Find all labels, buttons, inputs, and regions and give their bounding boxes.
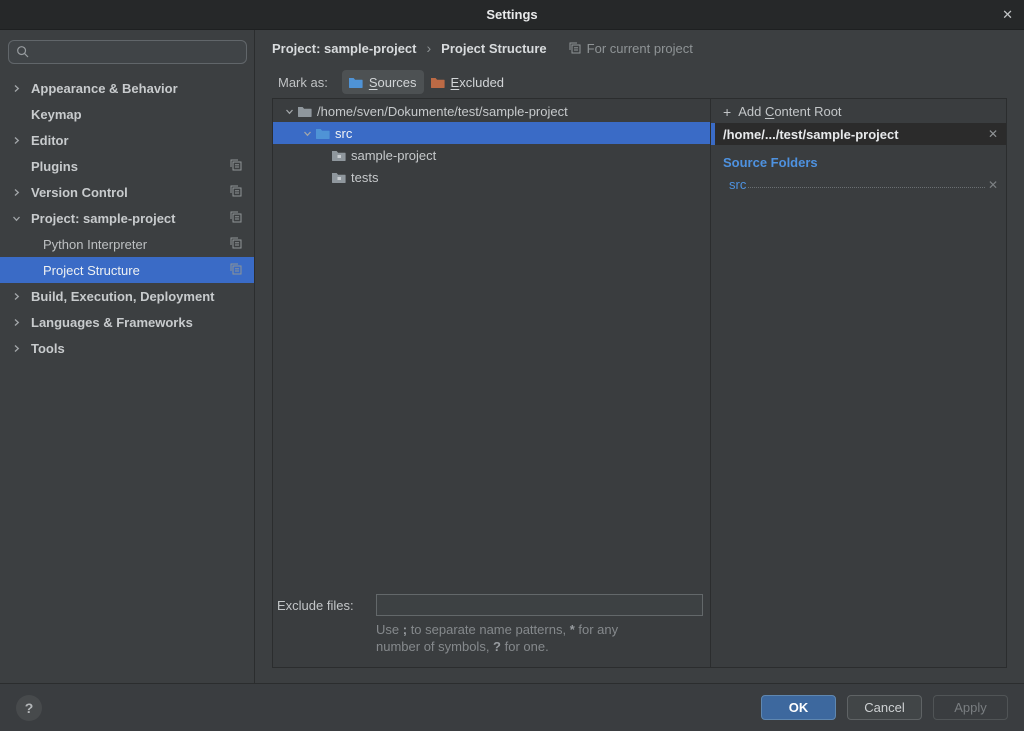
shared-settings-icon	[230, 263, 242, 278]
remove-content-root-icon[interactable]: ✕	[988, 127, 998, 141]
mark-as-excluded[interactable]: Excluded	[424, 70, 511, 94]
sidebar-item-project-sample-project[interactable]: Project: sample-project	[0, 205, 254, 231]
sidebar-item-editor[interactable]: Editor	[0, 127, 254, 153]
sidebar-item-build-execution-deployment[interactable]: Build, Execution, Deployment	[0, 283, 254, 309]
sidebar-item-python-interpreter[interactable]: Python Interpreter	[0, 231, 254, 257]
settings-dialog: Settings ✕ Appearance & Behavior Keymap Ed…	[0, 0, 1024, 731]
sidebar-item-appearance-behavior[interactable]: Appearance & Behavior	[0, 75, 254, 101]
breadcrumb-project[interactable]: Project: sample-project	[272, 41, 417, 56]
source-folders-heading: Source Folders	[723, 155, 1006, 170]
exclude-files-label: Exclude files:	[277, 598, 376, 613]
help-button[interactable]: ?	[16, 695, 42, 721]
content-root-row[interactable]: /home/.../test/sample-project ✕	[711, 123, 1006, 145]
chevron-right-icon	[12, 188, 27, 197]
ok-button[interactable]: OK	[761, 695, 836, 720]
tree-row-tests[interactable]: tests	[273, 166, 710, 188]
source-folder-src[interactable]: src ✕	[729, 173, 998, 193]
folder-icon	[348, 76, 363, 89]
sidebar-item-label: Editor	[31, 133, 69, 148]
folder-icon	[297, 105, 312, 118]
folder-icon	[331, 149, 346, 162]
tree-row-label: tests	[351, 170, 378, 185]
folder-icon	[331, 171, 346, 184]
sidebar-item-label: Build, Execution, Deployment	[31, 289, 214, 304]
chevron-right-icon	[12, 344, 27, 353]
sidebar-item-label: Project Structure	[43, 263, 140, 278]
source-folder-label: src	[729, 177, 746, 192]
folder-icon	[315, 127, 330, 140]
tree-row-home-sven-dokumente-test-sample-project[interactable]: /home/sven/Dokumente/test/sample-project	[273, 100, 710, 122]
for-current-project-label: For current project	[587, 41, 693, 56]
settings-nav: Appearance & Behavior Keymap Editor Plugins…	[0, 75, 254, 361]
for-current-project: For current project	[569, 41, 693, 56]
shared-settings-icon	[569, 42, 581, 54]
content-root-details-panel: + Add Content Root /home/.../test/sample…	[711, 98, 1007, 668]
dialog-titlebar: Settings ✕	[0, 0, 1024, 30]
dialog-footer: ? OK Cancel Apply	[0, 683, 1024, 731]
add-content-root-label: Add Content Root	[738, 104, 841, 119]
tree-row-src[interactable]: src	[273, 122, 710, 144]
breadcrumb: Project: sample-project › Project Struct…	[255, 30, 1024, 66]
sidebar-item-tools[interactable]: Tools	[0, 335, 254, 361]
dotted-leader	[748, 187, 985, 188]
sidebar-item-label: Languages & Frameworks	[31, 315, 193, 330]
tree-row-label: /home/sven/Dokumente/test/sample-project	[317, 104, 568, 119]
content-roots-panel: /home/sven/Dokumente/test/sample-project…	[272, 98, 711, 668]
exclude-files-hint: Use ; to separate name patterns, * for a…	[376, 621, 702, 655]
add-content-root-button[interactable]: + Add Content Root	[711, 100, 1006, 123]
close-icon[interactable]: ✕	[1002, 0, 1013, 30]
folder-icon	[430, 76, 445, 89]
search-input[interactable]	[8, 40, 247, 64]
cancel-button[interactable]: Cancel	[847, 695, 922, 720]
shared-settings-icon	[230, 211, 242, 226]
sidebar-item-label: Project: sample-project	[31, 211, 176, 226]
breadcrumb-separator: ›	[427, 40, 432, 56]
sidebar-item-label: Tools	[31, 341, 65, 356]
mark-as-option-label: Sources	[369, 75, 417, 90]
sidebar-item-project-structure[interactable]: Project Structure	[0, 257, 254, 283]
search-icon	[16, 45, 30, 59]
mark-as-sources[interactable]: Sources	[342, 70, 424, 94]
mark-as-toolbar: Mark as: Sources Excluded	[255, 66, 1024, 98]
mark-as-label: Mark as:	[278, 75, 328, 90]
chevron-down-icon[interactable]	[281, 107, 297, 116]
plus-icon: +	[723, 104, 731, 120]
sidebar-item-label: Python Interpreter	[43, 237, 147, 252]
sidebar-item-version-control[interactable]: Version Control	[0, 179, 254, 205]
sidebar-item-keymap[interactable]: Keymap	[0, 101, 254, 127]
tree-row-label: src	[335, 126, 352, 141]
chevron-right-icon	[12, 292, 27, 301]
tree-row-sample-project[interactable]: sample-project	[273, 144, 710, 166]
mark-as-option-label: Excluded	[451, 75, 504, 90]
exclude-files-row: Exclude files:	[273, 594, 710, 616]
chevron-right-icon	[12, 84, 27, 93]
sidebar-item-label: Keymap	[31, 107, 82, 122]
settings-sidebar: Appearance & Behavior Keymap Editor Plugins…	[0, 30, 255, 683]
project-tree: /home/sven/Dokumente/test/sample-project…	[273, 99, 710, 188]
sidebar-item-label: Version Control	[31, 185, 128, 200]
chevron-right-icon	[12, 136, 27, 145]
remove-source-folder-icon[interactable]: ✕	[988, 178, 998, 192]
shared-settings-icon	[230, 237, 242, 252]
sidebar-item-label: Appearance & Behavior	[31, 81, 178, 96]
dialog-title: Settings	[486, 7, 537, 22]
shared-settings-icon	[230, 185, 242, 200]
shared-settings-icon	[230, 159, 242, 174]
chevron-down-icon[interactable]	[299, 129, 315, 138]
chevron-right-icon	[12, 318, 27, 327]
chevron-down-icon	[12, 214, 27, 223]
exclude-files-input[interactable]	[376, 594, 703, 616]
content-root-path: /home/.../test/sample-project	[723, 127, 988, 142]
sidebar-item-label: Plugins	[31, 159, 78, 174]
sidebar-item-plugins[interactable]: Plugins	[0, 153, 254, 179]
apply-button[interactable]: Apply	[933, 695, 1008, 720]
sidebar-item-languages-frameworks[interactable]: Languages & Frameworks	[0, 309, 254, 335]
tree-row-label: sample-project	[351, 148, 436, 163]
breadcrumb-page: Project Structure	[441, 41, 546, 56]
